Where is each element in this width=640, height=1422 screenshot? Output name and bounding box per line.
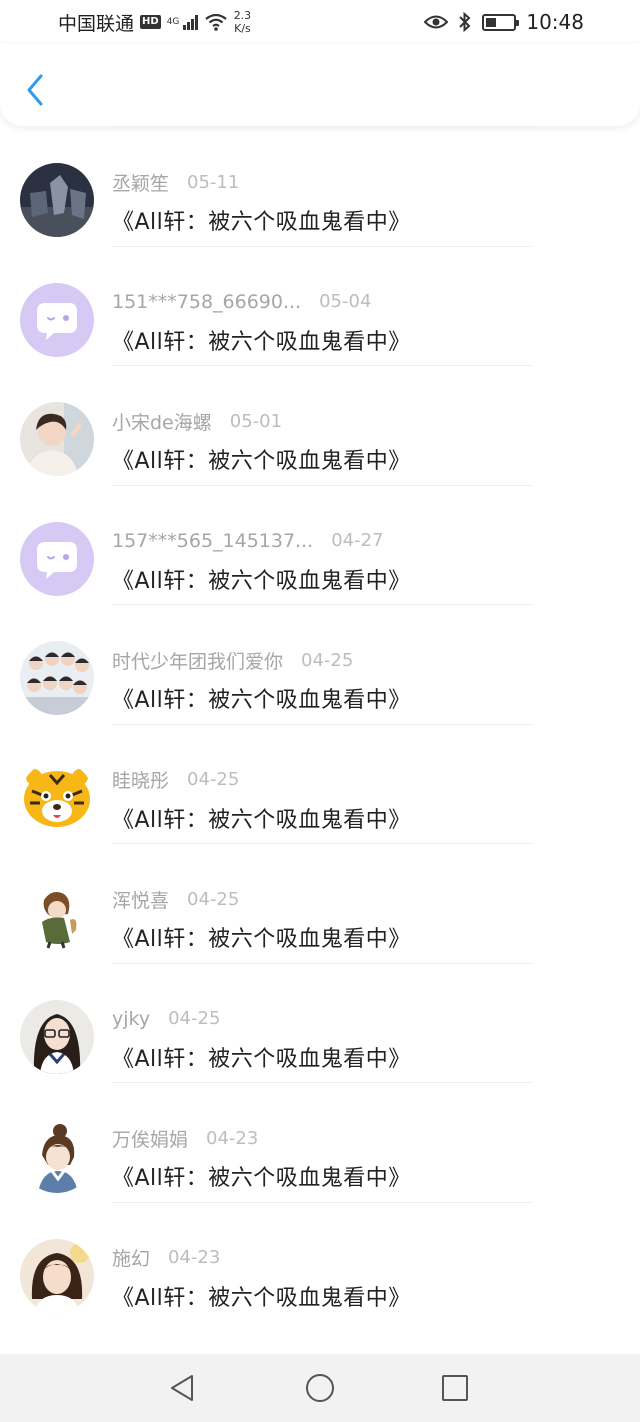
comment-content: 《All轩：被六个吸血鬼看中》 xyxy=(112,449,411,474)
wifi-icon xyxy=(205,13,227,31)
comment-content: 《All轩：被六个吸血鬼看中》 xyxy=(112,688,411,713)
divider xyxy=(112,1082,532,1083)
comment-item[interactable]: 小宋de海螺 05-01 《All轩：被六个吸血鬼看中》 xyxy=(0,365,640,485)
username[interactable]: 眭晓彤 xyxy=(112,766,169,793)
user-avatar[interactable] xyxy=(20,402,94,476)
comment-item[interactable]: 浑悦喜 04-25 《All轩：被六个吸血鬼看中》 xyxy=(0,843,640,963)
network-type: 4G xyxy=(166,16,180,27)
user-avatar[interactable] xyxy=(20,521,94,596)
comment-item[interactable]: 时代少年团我们爱你 04-25 《All轩：被六个吸血鬼看中》 xyxy=(0,604,640,724)
carrier-name: 中国联通 xyxy=(58,12,135,35)
comment-meta: 丞颖笙 05-11 xyxy=(112,169,240,196)
chevron-left-icon xyxy=(27,74,43,106)
username[interactable]: 施幻 xyxy=(112,1244,150,1271)
divider xyxy=(112,843,532,844)
status-right: 10:48 xyxy=(424,8,584,36)
user-avatar[interactable] xyxy=(20,760,94,835)
user-avatar[interactable] xyxy=(20,163,94,237)
battery-level xyxy=(486,17,497,27)
username[interactable]: 小宋de海螺 xyxy=(112,408,212,435)
nav-recents-button[interactable] xyxy=(437,1370,473,1406)
comment-date: 04-23 xyxy=(206,1127,259,1149)
user-avatar[interactable] xyxy=(20,1238,94,1313)
username[interactable]: 151***758_66690... xyxy=(112,291,301,313)
username[interactable]: 157***565_145137... xyxy=(112,530,313,552)
user-avatar[interactable] xyxy=(20,1119,94,1193)
comment-date: 05-11 xyxy=(187,171,240,193)
system-nav-bar xyxy=(0,1354,640,1422)
comment-content: 《All轩：被六个吸血鬼看中》 xyxy=(112,1166,411,1191)
comment-content: 《All轩：被六个吸血鬼看中》 xyxy=(112,568,411,594)
comment-date: 05-01 xyxy=(229,410,283,432)
comment-content: 《All轩：被六个吸血鬼看中》 xyxy=(112,807,411,833)
comment-date: 04-25 xyxy=(168,1008,221,1029)
user-avatar[interactable] xyxy=(20,999,94,1074)
comment-item[interactable]: 施幻 04-23 《All轩：被六个吸血鬼看中》 xyxy=(0,1201,640,1322)
divider xyxy=(112,245,532,247)
comment-meta: 施幻 04-23 xyxy=(112,1246,220,1270)
hd-badge: HD xyxy=(140,15,161,29)
comment-meta: yjky 04-25 xyxy=(112,1007,220,1031)
back-button[interactable] xyxy=(18,70,52,110)
comment-date: 04-23 xyxy=(168,1247,221,1268)
comment-content: 《All轩：被六个吸血鬼看中》 xyxy=(112,927,411,952)
nav-home-button[interactable] xyxy=(302,1370,338,1406)
circle-home-icon xyxy=(306,1374,334,1402)
status-bar: 中国联通 HD 4G 2.3 K/s 10:48 xyxy=(0,0,640,44)
comment-meta: 小宋de海螺 05-01 xyxy=(112,408,283,435)
clock: 10:48 xyxy=(526,10,584,34)
comment-date: 04-25 xyxy=(187,769,240,790)
speed-unit: K/s xyxy=(234,22,251,35)
signal-icon xyxy=(182,14,198,30)
comment-item[interactable]: 157***565_145137... 04-27 《All轩：被六个吸血鬼看中》 xyxy=(0,484,640,605)
comment-item[interactable]: 眭晓彤 04-25 《All轩：被六个吸血鬼看中》 xyxy=(0,723,640,844)
comment-meta: 151***758_66690... 05-04 xyxy=(112,290,371,314)
speed-value: 2.3 xyxy=(233,9,252,22)
square-recents-icon xyxy=(442,1375,468,1401)
eye-icon xyxy=(424,15,449,29)
divider xyxy=(112,365,532,366)
comment-date: 04-27 xyxy=(331,530,384,551)
divider xyxy=(112,723,532,725)
bluetooth-icon xyxy=(459,12,471,32)
username[interactable]: yjky xyxy=(112,1008,150,1030)
username[interactable]: 时代少年团我们爱你 xyxy=(112,647,283,674)
divider xyxy=(112,126,532,127)
user-avatar[interactable] xyxy=(20,641,94,715)
battery-icon xyxy=(482,13,520,31)
divider xyxy=(112,1201,532,1203)
divider xyxy=(112,962,532,964)
comment-meta: 157***565_145137... 04-27 xyxy=(112,529,384,553)
comment-item[interactable]: yjky 04-25 《All轩：被六个吸血鬼看中》 xyxy=(0,962,640,1083)
user-avatar[interactable] xyxy=(20,282,94,357)
comment-date: 04-25 xyxy=(187,888,240,910)
comment-content: 《All轩：被六个吸血鬼看中》 xyxy=(112,1046,411,1072)
username[interactable]: 万俟娟娟 xyxy=(112,1125,188,1152)
comment-meta: 浑悦喜 04-25 xyxy=(112,886,240,913)
status-left: 中国联通 HD 4G 2.3 K/s xyxy=(58,8,251,36)
username[interactable]: 丞颖笙 xyxy=(112,169,169,196)
comment-meta: 眭晓彤 04-25 xyxy=(112,768,239,792)
comment-item[interactable]: 丞颖笙 05-11 《All轩：被六个吸血鬼看中》 xyxy=(0,126,640,246)
comment-item[interactable]: 151***758_66690... 05-04 《All轩：被六个吸血鬼看中》 xyxy=(0,245,640,366)
comment-list: 丞颖笙 05-11 《All轩：被六个吸血鬼看中》 151***758_66690..… xyxy=(0,126,640,1321)
nav-back-button[interactable] xyxy=(164,1370,200,1406)
comment-content: 《All轩：被六个吸血鬼看中》 xyxy=(112,210,411,235)
comment-date: 05-04 xyxy=(319,291,372,312)
comment-content: 《All轩：被六个吸血鬼看中》 xyxy=(112,329,411,355)
triangle-back-icon xyxy=(171,1375,193,1401)
nav-header xyxy=(0,44,640,126)
network-speed: 2.3 K/s xyxy=(234,9,252,35)
comment-content: 《All轩：被六个吸血鬼看中》 xyxy=(112,1285,411,1311)
user-avatar[interactable] xyxy=(20,880,94,954)
divider xyxy=(112,604,532,605)
comment-meta: 万俟娟娟 04-23 xyxy=(112,1125,259,1152)
comment-meta: 时代少年团我们爱你 04-25 xyxy=(112,647,354,674)
comment-item[interactable]: 万俟娟娟 04-23 《All轩：被六个吸血鬼看中》 xyxy=(0,1082,640,1202)
divider xyxy=(112,484,532,486)
username[interactable]: 浑悦喜 xyxy=(112,886,169,913)
comment-date: 04-25 xyxy=(301,649,354,671)
